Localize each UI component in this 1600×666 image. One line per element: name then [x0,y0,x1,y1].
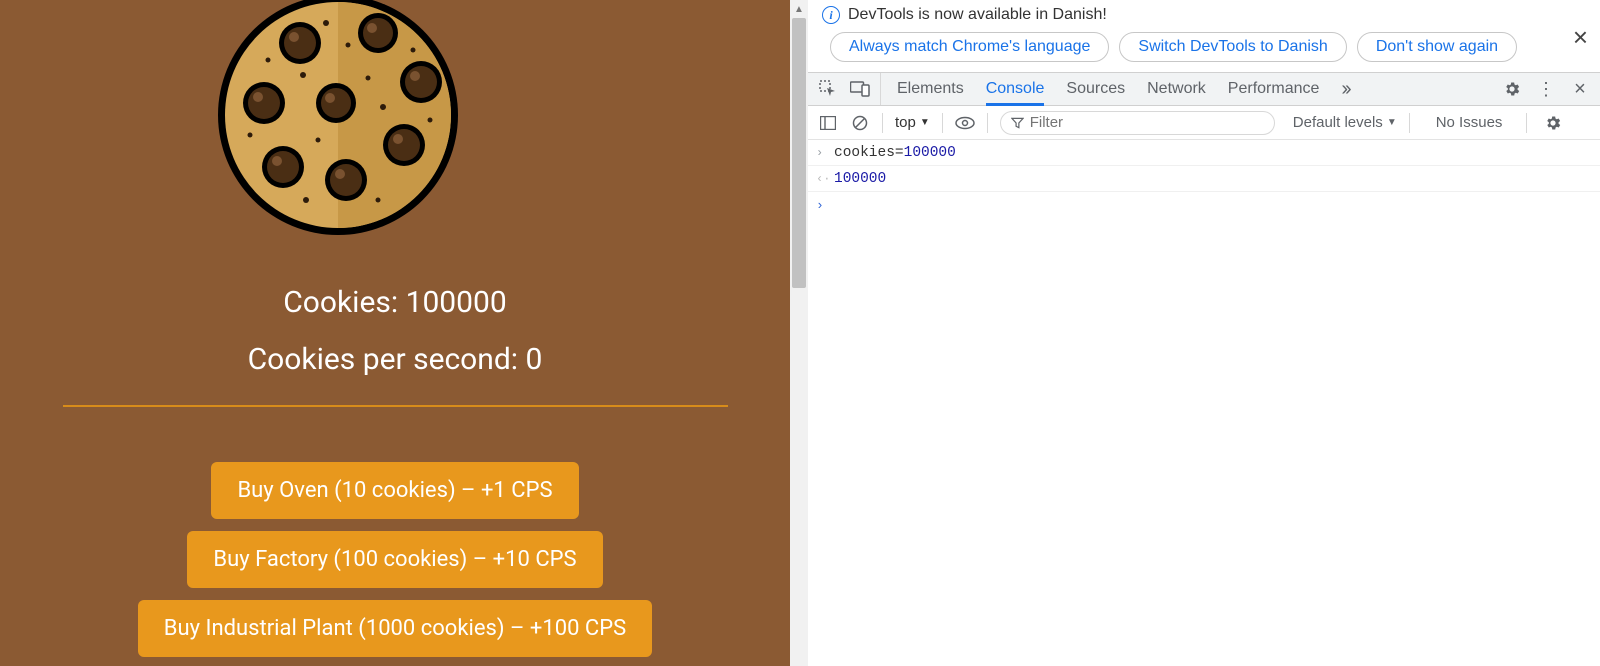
switch-language-button[interactable]: Switch DevTools to Danish [1119,32,1346,62]
cookie-button[interactable] [208,0,468,245]
console-prompt[interactable]: › [808,192,1600,218]
token-number: 100000 [904,145,956,161]
scroll-up-icon[interactable]: ▲ [790,0,808,18]
live-expression-icon[interactable] [955,113,975,133]
filter-box[interactable] [1000,111,1275,135]
devtools-pane: i DevTools is now available in Danish! ×… [808,0,1600,666]
info-close-button[interactable]: × [1573,24,1588,50]
divider [63,405,728,407]
buy-oven-button[interactable]: Buy Oven (10 cookies) – +1 CPS [211,462,578,519]
output-chevron-icon: ‹· [816,172,834,186]
chevron-down-icon: ▼ [1387,117,1397,128]
input-chevron-icon: › [816,146,834,160]
info-message: DevTools is now available in Danish! [848,6,1107,24]
page-scrollbar[interactable]: ▲ [790,0,808,666]
buy-factory-button[interactable]: Buy Factory (100 cookies) – +10 CPS [187,531,602,588]
tab-sources[interactable]: Sources [1066,73,1125,105]
cookie-icon [208,0,468,245]
device-toolbar-icon[interactable] [850,79,870,99]
output-value: 100000 [834,171,886,187]
tab-console[interactable]: Console [986,73,1045,105]
context-label: top [895,114,916,131]
token-operator: = [895,145,904,161]
console-settings-icon[interactable] [1543,113,1563,133]
context-selector[interactable]: top ▼ [895,114,930,131]
scroll-thumb[interactable] [792,18,806,288]
issues-indicator[interactable]: No Issues [1436,114,1503,131]
log-levels-selector[interactable]: Default levels ▼ [1293,114,1397,131]
console-output[interactable]: › cookies=100000 ‹· 100000 › [808,140,1600,666]
log-levels-label: Default levels [1293,114,1383,131]
console-input-line: › cookies=100000 [808,140,1600,166]
devtools-info-bar: i DevTools is now available in Danish! ×… [808,0,1600,72]
clear-console-icon[interactable] [850,113,870,133]
token-identifier: cookies [834,145,895,161]
console-output-line: ‹· 100000 [808,166,1600,192]
game-pane: Cookies: 100000 Cookies per second: 0 Bu… [0,0,790,666]
shop: Buy Oven (10 cookies) – +1 CPS Buy Facto… [138,462,652,657]
info-icon: i [822,6,840,24]
close-devtools-icon[interactable]: × [1570,79,1590,99]
dismiss-info-button[interactable]: Don't show again [1357,32,1517,62]
cookies-per-second: Cookies per second: 0 [248,342,543,377]
prompt-chevron-icon: › [816,198,834,213]
match-language-button[interactable]: Always match Chrome's language [830,32,1109,62]
devtools-tabbar: Elements Console Sources Network Perform… [808,72,1600,106]
toggle-sidebar-icon[interactable] [818,113,838,133]
scroll-track[interactable] [790,18,808,666]
console-toolbar: top ▼ Default levels ▼ No Issues [808,106,1600,140]
cookies-count: Cookies: 100000 [283,285,507,320]
filter-icon [1011,117,1024,129]
inspect-element-icon[interactable] [818,79,838,99]
tab-network[interactable]: Network [1147,73,1206,105]
tab-overflow-icon[interactable]: ›› [1341,73,1348,105]
filter-input[interactable] [1030,114,1264,131]
buy-industrial-plant-button[interactable]: Buy Industrial Plant (1000 cookies) – +1… [138,600,652,657]
settings-icon[interactable] [1502,79,1522,99]
chevron-down-icon: ▼ [920,117,930,128]
tab-elements[interactable]: Elements [897,73,964,105]
tab-performance[interactable]: Performance [1228,73,1320,105]
more-icon[interactable]: ⋮ [1536,79,1556,99]
